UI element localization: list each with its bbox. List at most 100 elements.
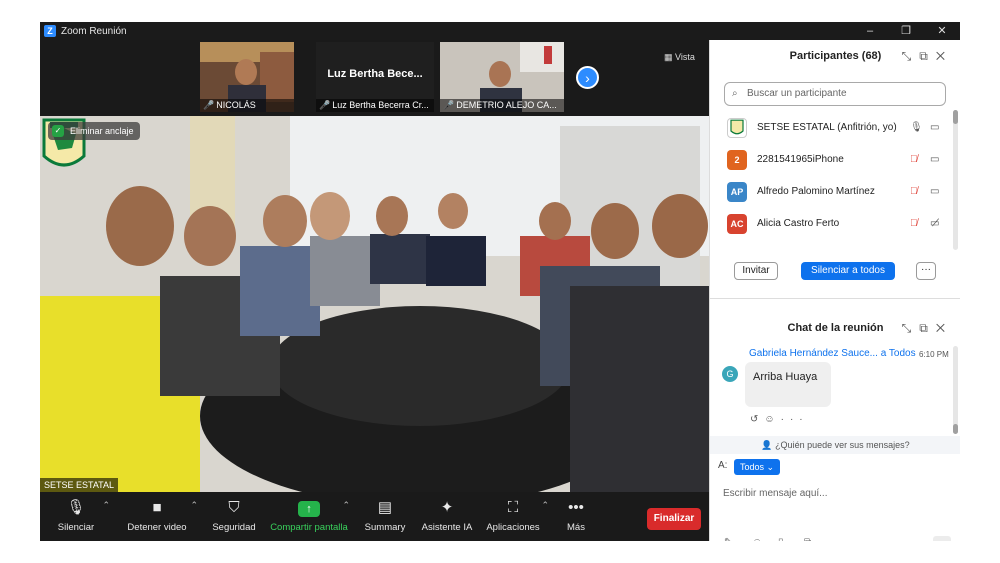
participant-name: Alfredo Palomino Martínez	[757, 186, 875, 197]
main-video-label: SETSE ESTATAL	[40, 478, 119, 492]
tile-name: NICOLÁS	[216, 100, 256, 110]
more-dots-icon: •••	[568, 499, 584, 516]
meeting-room-video	[40, 116, 709, 492]
close-icon[interactable]: ✕	[936, 49, 953, 63]
avatar: AP	[727, 182, 747, 202]
share-arrow-icon: ↑	[298, 501, 320, 517]
participant-row[interactable]: AC Alicia Castro Ferto 🎙̸ ▭̸	[710, 208, 960, 240]
chat-title: Chat de la reunión	[787, 322, 884, 334]
unpin-button[interactable]: ✓ Eliminar anclaje	[48, 122, 140, 140]
invite-button[interactable]: Invitar	[734, 262, 778, 280]
video-camera-icon[interactable]: ▭	[930, 186, 939, 197]
ai-assistant-button[interactable]: ✦ Asistente IA	[411, 498, 483, 533]
collapse-icon[interactable]: ⤡	[902, 49, 920, 63]
emoji-icon[interactable]: ☺	[752, 537, 762, 541]
microphone-icon[interactable]: 🎙	[910, 122, 923, 133]
minimize-icon[interactable]: ‒	[852, 22, 888, 40]
video-tile-nicolas[interactable]: 🎤 NICOLÁS	[200, 42, 294, 112]
participant-row[interactable]: SETSE ESTATAL (Anfitrión, yo) 🎙 ▭	[710, 112, 960, 144]
tile-display-name: Luz Bertha Bece...	[327, 68, 423, 80]
participant-search-input[interactable]: ⌕ Buscar un participante	[724, 82, 946, 106]
microphone-icon: 🎙	[66, 499, 86, 516]
file-icon[interactable]: ▯	[778, 537, 784, 541]
stop-video-button[interactable]: ■ Detener video ⌃	[114, 498, 200, 533]
avatar: AC	[727, 214, 747, 234]
video-camera-icon[interactable]: ▭	[930, 122, 939, 133]
video-tile-demetrio[interactable]: 🎤 DEMETRIO ALEJO CA...	[440, 42, 564, 112]
end-meeting-button[interactable]: Finalizar	[647, 508, 701, 530]
more-dots-icon[interactable]: ···	[844, 537, 854, 541]
video-strip: 🎤 NICOLÁS Luz Bertha Bece... 🎤 Luz Bertha …	[40, 40, 709, 116]
meeting-area: 🎤 NICOLÁS Luz Bertha Bece... 🎤 Luz Bertha …	[40, 40, 709, 541]
divider	[710, 298, 960, 299]
compose-toolbar: ✎ ☺ ▯ ⧉ ⌄ ···	[710, 537, 960, 541]
mute-button[interactable]: 🎙 Silenciar ⌃	[40, 498, 112, 533]
mic-muted-icon: 🎤	[443, 100, 455, 110]
participants-header: Participantes (68) ⤡⧉✕	[710, 40, 960, 72]
title-bar: Z Zoom Reunión ‒ ❐ ✕	[40, 22, 960, 40]
popout-icon[interactable]: ⧉	[919, 321, 936, 335]
participant-row[interactable]: 2 2281541965iPhone 🎙̸ ▭	[710, 144, 960, 176]
participants-scrollbar[interactable]	[953, 110, 958, 250]
shield-icon: ⛉	[228, 499, 240, 516]
participant-name: 2281541965iPhone	[757, 154, 844, 165]
chevron-up-icon[interactable]: ⌃	[102, 500, 110, 511]
meeting-toolbar: 🎙 Silenciar ⌃ ■ Detener video ⌃ ⛉ Seguri…	[40, 492, 709, 541]
emoji-icon[interactable]: ☺	[764, 414, 780, 425]
sparkle-icon: ✦	[440, 499, 454, 516]
close-icon[interactable]: ✕	[936, 321, 953, 335]
mic-muted-icon[interactable]: 🎙̸	[910, 154, 918, 165]
video-tile-luz[interactable]: Luz Bertha Bece... 🎤 Luz Bertha Becerra C…	[316, 42, 434, 112]
participants-title: Participantes (68)	[789, 50, 882, 62]
grid-icon: ▦	[664, 52, 676, 62]
screenshot-icon[interactable]: ⧉	[804, 537, 811, 541]
video-camera-icon[interactable]: ▭	[930, 154, 939, 165]
mic-muted-icon: 🎤	[203, 100, 215, 110]
share-screen-button[interactable]: ↑ Compartir pantalla ⌃	[266, 498, 352, 533]
chevron-down-icon: ⌄	[766, 462, 775, 472]
next-page-button[interactable]: ›	[576, 66, 599, 89]
chat-sender[interactable]: Gabriela Hernández Sauce...	[749, 348, 878, 359]
security-button[interactable]: ⛉ Seguridad	[198, 498, 270, 533]
tile-name: DEMETRIO ALEJO CA...	[456, 100, 557, 110]
mic-muted-icon[interactable]: 🎙̸	[910, 218, 918, 229]
side-panel: Participantes (68) ⤡⧉✕ ⌕ Buscar un parti…	[709, 40, 960, 541]
mic-muted-icon[interactable]: 🎙̸	[910, 186, 918, 197]
chat-input[interactable]: Escribir mensaje aquí...	[723, 488, 828, 499]
who-can-see-link[interactable]: 👤 ¿Quién puede ver sus mensajes?	[710, 436, 960, 454]
recipient-dropdown[interactable]: Todos ⌄	[734, 459, 781, 475]
collapse-icon[interactable]: ⤡	[902, 321, 920, 335]
more-options-button[interactable]: ···	[916, 262, 936, 280]
close-icon[interactable]: ✕	[924, 22, 960, 40]
mute-all-button[interactable]: Silenciar a todos	[801, 262, 895, 280]
reply-icon[interactable]: ↺	[750, 414, 764, 425]
participant-row[interactable]	[710, 240, 960, 246]
main-video[interactable]: ✓ Eliminar anclaje SETSE ESTATAL	[40, 116, 709, 492]
search-icon: ⌕	[732, 88, 738, 99]
chat-messages: Gabriela Hernández Sauce... a Todos 6:10…	[710, 342, 960, 454]
chevron-down-icon[interactable]: ⌄	[826, 537, 834, 541]
chevron-right-icon: ›	[585, 70, 590, 86]
participant-row[interactable]: AP Alfredo Palomino Martínez 🎙̸ ▭	[710, 176, 960, 208]
zoom-logo-icon: Z	[44, 25, 56, 37]
more-dots-icon[interactable]: ···	[781, 414, 809, 425]
participant-name: Alicia Castro Ferto	[757, 218, 840, 229]
people-icon: 👤	[761, 440, 776, 450]
setse-logo-icon	[730, 119, 744, 135]
chat-scrollbar[interactable]	[953, 346, 958, 434]
view-button[interactable]: ▦ Vista	[664, 52, 695, 63]
popout-icon[interactable]: ⧉	[919, 49, 936, 63]
more-button[interactable]: ••• Más	[540, 498, 612, 533]
tile-name: Luz Bertha Becerra Cr...	[332, 100, 429, 110]
video-off-icon[interactable]: ▭̸	[930, 218, 939, 229]
chat-header: Chat de la reunión ⤡⧉✕	[710, 312, 960, 344]
recipient-label: A:	[718, 460, 728, 471]
zoom-window: Z Zoom Reunión ‒ ❐ ✕ 🎤 NICOLÁS Luz Bertha…	[40, 22, 960, 541]
restore-icon[interactable]: ❐	[888, 22, 924, 40]
video-camera-icon: ■	[152, 499, 162, 516]
participant-name: SETSE ESTATAL (Anfitrión, yo)	[757, 122, 897, 133]
send-icon[interactable]: ➤	[933, 536, 951, 541]
chat-recipient: a Todos	[880, 348, 916, 359]
chevron-up-icon[interactable]: ⌃	[190, 500, 198, 511]
format-icon[interactable]: ✎	[724, 537, 732, 541]
